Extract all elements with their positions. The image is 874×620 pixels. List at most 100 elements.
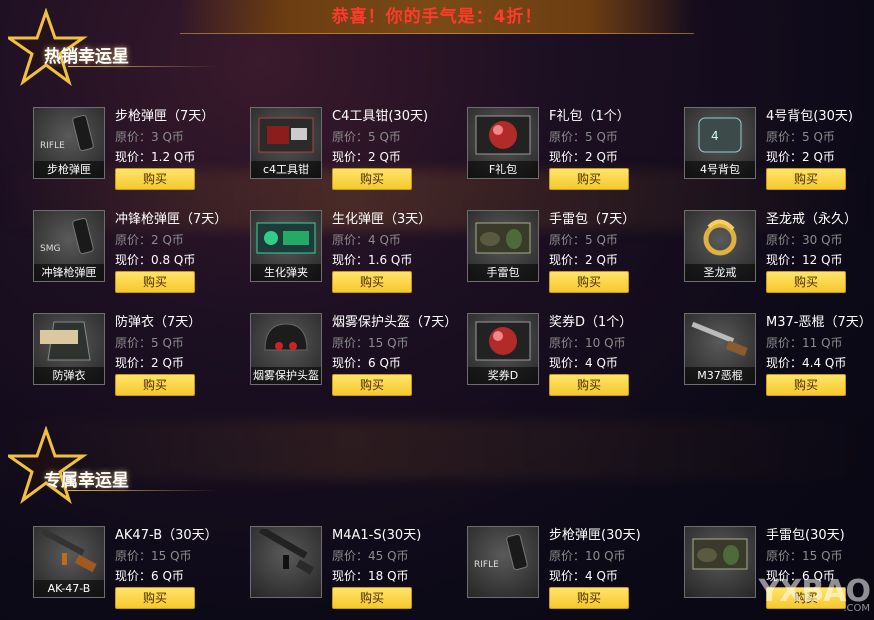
product-card: AK-47-B AK47-B（30天） 原价：15 Q币 现价：6 Q币 购买	[33, 526, 233, 609]
thumbnail-caption: F礼包	[468, 161, 538, 178]
rifle-magazine-icon: RIFLE	[34, 108, 104, 162]
current-price: 现价：2 Q币	[332, 150, 401, 164]
product-name: M4A1-S(30天)	[332, 528, 422, 543]
current-price: 现价：6 Q币	[332, 356, 401, 370]
buy-button[interactable]: 购买	[115, 271, 195, 293]
section-title: 热销幸运星	[44, 47, 129, 67]
thumbnail-caption: 圣龙戒	[685, 264, 755, 281]
buy-button[interactable]: 购买	[332, 168, 412, 190]
product-card: RIFLE 步枪弹匣 步枪弹匣（7天） 原价：3 Q币 现价：1.2 Q币 购买	[33, 107, 233, 190]
thumbnail-caption: 冲锋枪弹匣	[34, 264, 104, 281]
product-name: 圣龙戒（永久）	[766, 212, 858, 227]
original-price: 原价：30 Q币	[766, 233, 843, 247]
buy-button[interactable]: 购买	[115, 374, 195, 396]
ticket-orb-icon	[468, 314, 538, 368]
buy-button[interactable]: 购买	[766, 374, 846, 396]
product-name: 步枪弹匣(30天)	[549, 528, 641, 543]
buy-button[interactable]: 购买	[549, 271, 629, 293]
buy-button[interactable]: 购买	[332, 374, 412, 396]
bio-clip-icon	[251, 211, 321, 265]
bulletproof-vest-icon	[34, 314, 104, 368]
buy-button[interactable]: 购买	[766, 271, 846, 293]
original-price: 原价：5 Q币	[549, 233, 618, 247]
product-thumbnail[interactable]: 手雷包	[467, 210, 539, 282]
product-card: 4 4号背包 4号背包(30天) 原价：5 Q币 现价：2 Q币 购买	[684, 107, 874, 190]
original-price: 原价：5 Q币	[549, 130, 618, 144]
ak47-icon	[34, 527, 104, 581]
original-price: 原价：5 Q币	[115, 336, 184, 350]
product-name: C4工具钳(30天)	[332, 109, 429, 124]
original-price: 原价：15 Q币	[115, 549, 192, 563]
product-card: 奖券D 奖券D（1个） 原价：10 Q币 现价：4 Q币 购买	[467, 313, 667, 396]
product-card: 防弹衣 防弹衣（7天） 原价：5 Q币 现价：2 Q币 购买	[33, 313, 233, 396]
product-thumbnail[interactable]	[684, 526, 756, 598]
product-thumbnail[interactable]	[250, 526, 322, 598]
svg-text:4: 4	[711, 129, 719, 143]
svg-text:RIFLE: RIFLE	[474, 560, 499, 570]
product-thumbnail[interactable]: 生化弹夹	[250, 210, 322, 282]
product-name: 奖券D（1个）	[549, 315, 633, 330]
thumbnail-caption: 手雷包	[468, 264, 538, 281]
product-name: F礼包（1个）	[549, 109, 630, 124]
product-thumbnail[interactable]: AK-47-B	[33, 526, 105, 598]
congrats-banner: 恭喜！你的手气是：4折！	[180, 0, 694, 34]
product-card: 烟雾保护头盔 烟雾保护头盔（7天） 原价：15 Q币 现价：6 Q币 购买	[250, 313, 458, 396]
product-thumbnail[interactable]: 圣龙戒	[684, 210, 756, 282]
buy-button[interactable]: 购买	[766, 168, 846, 190]
product-name: 烟雾保护头盔（7天）	[332, 315, 458, 330]
original-price: 原价：45 Q币	[332, 549, 409, 563]
product-thumbnail[interactable]: F礼包	[467, 107, 539, 179]
buy-button[interactable]: 购买	[332, 587, 412, 609]
product-thumbnail[interactable]: 防弹衣	[33, 313, 105, 385]
product-name: 防弹衣（7天）	[115, 315, 202, 330]
current-price: 现价：2 Q币	[549, 253, 618, 267]
product-thumbnail[interactable]: SMG 冲锋枪弹匣	[33, 210, 105, 282]
current-price: 现价：4 Q币	[549, 356, 618, 370]
current-price: 现价：18 Q币	[332, 569, 409, 583]
backpack-icon: 4	[685, 108, 755, 162]
product-name: AK47-B（30天）	[115, 528, 218, 543]
product-name: M37-恶棍（7天）	[766, 315, 872, 330]
section-title: 专属幸运星	[44, 471, 129, 491]
svg-text:RIFLE: RIFLE	[40, 141, 65, 151]
original-price: 原价：5 Q币	[332, 130, 401, 144]
thumbnail-caption: 防弹衣	[34, 367, 104, 384]
site-watermark: YXBAO .COM	[758, 574, 871, 614]
thumbnail-caption: 4号背包	[685, 161, 755, 178]
gift-orb-icon	[468, 108, 538, 162]
current-price: 现价：0.8 Q币	[115, 253, 196, 267]
buy-button[interactable]: 购买	[549, 168, 629, 190]
original-price: 原价：2 Q币	[115, 233, 184, 247]
product-name: 手雷包（7天）	[549, 212, 636, 227]
current-price: 现价：4 Q币	[549, 569, 618, 583]
product-thumbnail[interactable]: c4工具钳	[250, 107, 322, 179]
shotgun-icon	[685, 314, 755, 368]
thumbnail-caption: AK-47-B	[34, 580, 104, 597]
buy-button[interactable]: 购买	[115, 587, 195, 609]
rifle-magazine-icon: RIFLE	[468, 527, 538, 581]
product-thumbnail[interactable]: RIFLE	[467, 526, 539, 598]
section-header-hot: 热销幸运星	[8, 8, 218, 88]
product-thumbnail[interactable]: RIFLE 步枪弹匣	[33, 107, 105, 179]
banner-text: 恭喜！你的手气是：4折！	[331, 7, 543, 27]
smg-magazine-icon: SMG	[34, 211, 104, 265]
product-name: 生化弹匣（3天）	[332, 212, 432, 227]
buy-button[interactable]: 购买	[549, 587, 629, 609]
product-thumbnail[interactable]: 烟雾保护头盔	[250, 313, 322, 385]
buy-button[interactable]: 购买	[332, 271, 412, 293]
grenade-pack-icon	[685, 527, 755, 581]
thumbnail-caption: M37恶棍	[685, 367, 755, 384]
product-name: 步枪弹匣（7天）	[115, 109, 215, 124]
product-thumbnail[interactable]: M37恶棍	[684, 313, 756, 385]
buy-button[interactable]: 购买	[549, 374, 629, 396]
buy-button[interactable]: 购买	[115, 168, 195, 190]
product-thumbnail[interactable]: 4 4号背包	[684, 107, 756, 179]
current-price: 现价：1.2 Q币	[115, 150, 196, 164]
product-card: F礼包 F礼包（1个） 原价：5 Q币 现价：2 Q币 购买	[467, 107, 667, 190]
helmet-icon	[251, 314, 321, 368]
dragon-ring-icon	[685, 211, 755, 265]
original-price: 原价：5 Q币	[766, 130, 835, 144]
product-card: SMG 冲锋枪弹匣 冲锋枪弹匣（7天） 原价：2 Q币 现价：0.8 Q币 购买	[33, 210, 233, 293]
thumbnail-caption: c4工具钳	[251, 161, 321, 178]
product-thumbnail[interactable]: 奖券D	[467, 313, 539, 385]
